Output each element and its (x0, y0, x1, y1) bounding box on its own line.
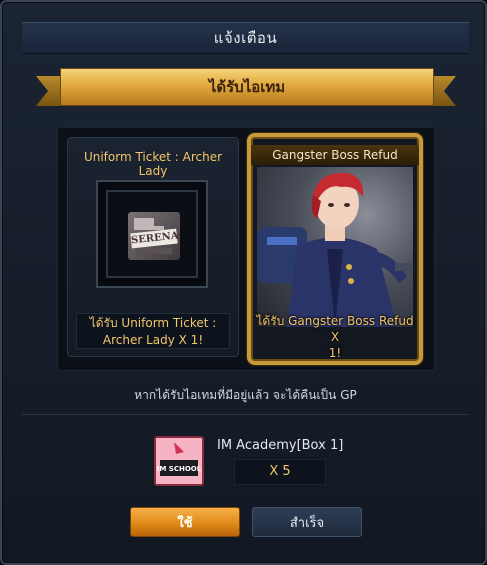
reward-card-description: ได้รับ Uniform Ticket : Archer Lady X 1! (76, 313, 230, 349)
ribbon-title: ได้รับไอเทม (208, 78, 286, 96)
use-button-label: ใช้ (177, 515, 193, 531)
eye-right (344, 203, 350, 207)
box-item-name: IM Academy[Box 1] (217, 438, 344, 453)
dialog-title: แจ้งเตือน (213, 29, 278, 47)
reward-card-gangster-boss: Gangster Boss Refud ได้รับ Gangster Boss… (247, 133, 423, 365)
reward-card-description: ได้รับ Gangster Boss Refud X 1! (251, 313, 419, 360)
reward-dialog: แจ้งเตือน ได้รับไอเทม Uniform Ticket : A… (0, 0, 487, 565)
reward-card-title: Gangster Boss Refud (251, 145, 419, 165)
box-artwork: IM SCHOOL (156, 438, 202, 484)
eye-left (328, 203, 334, 207)
dialog-title-bar: แจ้งเตือน (22, 22, 469, 54)
ribbon-banner: ได้รับไอเทม (60, 68, 434, 106)
jacket-button (346, 264, 352, 270)
jacket-button (348, 278, 354, 284)
reward-card-title: Uniform Ticket : Archer Lady (83, 150, 223, 178)
gun-shape (395, 263, 413, 271)
box-item-icon: IM SCHOOL (154, 436, 204, 486)
uniform-ticket-icon: SERENA (128, 212, 180, 260)
done-button[interactable]: สำเร็จ (252, 507, 362, 537)
duplicate-notice: หากได้รับไอเทมที่มีอยู่แล้ว จะได้คืนเป็น… (134, 388, 357, 402)
box-label-text: IM SCHOOL (157, 465, 202, 473)
item-frame-inner: SERENA (106, 190, 198, 278)
section-divider (22, 414, 469, 415)
box-item-quantity: X 5 (234, 459, 326, 485)
done-button-label: สำเร็จ (289, 515, 325, 531)
use-button[interactable]: ใช้ (130, 507, 240, 537)
reward-desc-line1: ได้รับ Gangster Boss Refud X (256, 314, 414, 344)
reward-ribbon: ได้รับไอเทม (36, 68, 456, 110)
reward-desc-line2: Archer Lady X 1! (102, 333, 204, 347)
character-illustration (257, 172, 413, 327)
reward-card-uniform-ticket: Uniform Ticket : Archer Lady SERENA ได้ร… (67, 137, 239, 357)
reward-desc-line1: ได้รับ Uniform Ticket : (89, 316, 217, 330)
item-frame: SERENA (96, 180, 208, 288)
weapon-light (267, 237, 297, 245)
character-portrait (257, 167, 413, 327)
reward-desc-line2: 1! (328, 346, 342, 360)
